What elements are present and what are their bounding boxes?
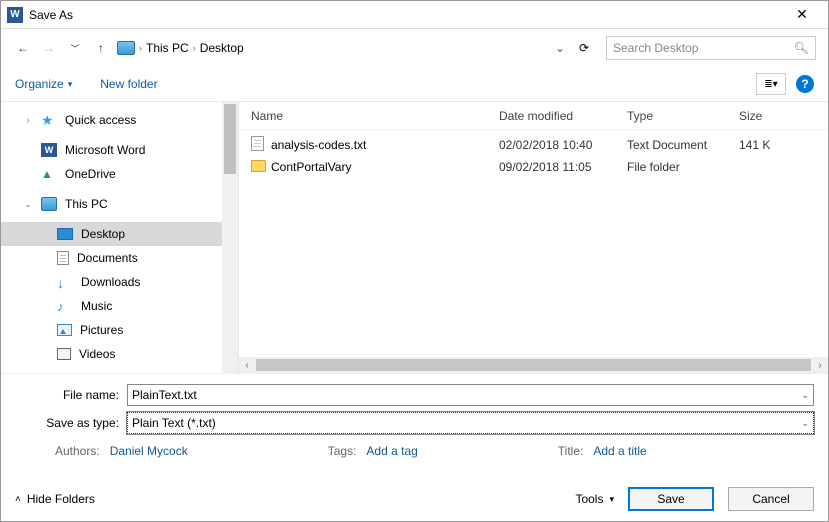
chevron-down-icon: ▾ — [609, 494, 614, 505]
scrollbar-thumb[interactable] — [224, 104, 236, 174]
new-folder-button[interactable]: New folder — [100, 77, 157, 91]
tree-item-documents[interactable]: Documents — [1, 246, 238, 270]
horizontal-scrollbar[interactable]: ‹ › — [239, 357, 828, 373]
file-row[interactable]: analysis-codes.txt02/02/2018 10:40Text D… — [239, 134, 828, 156]
folder-icon — [251, 160, 266, 172]
scroll-right-icon[interactable]: › — [812, 360, 828, 371]
address-bar[interactable]: › This PC › Desktop ⌄ — [117, 41, 568, 55]
authors-value[interactable]: Daniel Mycock — [110, 444, 188, 458]
tree-item-pictures[interactable]: Pictures — [1, 318, 238, 342]
column-name[interactable]: Name — [251, 109, 499, 123]
title-value[interactable]: Add a title — [593, 444, 646, 458]
tree-item-microsoft-word[interactable]: WMicrosoft Word — [1, 138, 238, 162]
navigation-tree: ›★Quick access WMicrosoft Word▲OneDrive ⌄T… — [1, 102, 239, 373]
breadcrumb-this-pc[interactable]: This PC — [146, 41, 189, 55]
filename-label: File name: — [15, 388, 127, 402]
tree-item-onedrive[interactable]: ▲OneDrive — [1, 162, 238, 186]
view-options-button[interactable]: ≣▾ — [756, 73, 786, 95]
monitor-icon — [117, 41, 135, 55]
authors-label: Authors: — [55, 444, 100, 458]
window-title: Save As — [29, 8, 782, 22]
hide-folders-button[interactable]: ˄ Hide Folders — [15, 492, 95, 506]
file-row[interactable]: ContPortalVary09/02/2018 11:05File folde… — [239, 156, 828, 178]
view-icon: ≣▾ — [764, 79, 777, 90]
column-size[interactable]: Size — [739, 109, 828, 123]
help-button[interactable]: ? — [796, 75, 814, 93]
breadcrumb-desktop[interactable]: Desktop — [200, 41, 244, 55]
close-button[interactable]: ✕ — [782, 6, 822, 23]
search-placeholder: Search Desktop — [613, 41, 698, 55]
cancel-button[interactable]: Cancel — [728, 487, 814, 511]
tags-value[interactable]: Add a tag — [366, 444, 417, 458]
up-button[interactable]: ↑ — [91, 38, 111, 58]
chevron-down-icon[interactable]: ⌄ — [801, 418, 809, 429]
filename-input[interactable]: PlainText.txt ⌄ — [127, 384, 814, 406]
search-icon: 🔍︎ — [794, 41, 809, 55]
scroll-left-icon[interactable]: ‹ — [239, 360, 255, 371]
word-app-icon: W — [7, 7, 23, 23]
scrollbar-thumb[interactable] — [256, 359, 811, 371]
saveastype-select[interactable]: Plain Text (*.txt) ⌄ — [127, 412, 814, 434]
chevron-down-icon: ▾ — [68, 79, 73, 90]
save-button[interactable]: Save — [628, 487, 714, 511]
chevron-right-icon: › — [139, 43, 142, 53]
sidebar-scrollbar[interactable] — [222, 102, 238, 373]
text-file-icon — [251, 136, 264, 151]
tags-label: Tags: — [328, 444, 357, 458]
tree-item-desktop[interactable]: Desktop — [1, 222, 238, 246]
column-type[interactable]: Type — [627, 109, 739, 123]
search-input[interactable]: Search Desktop 🔍︎ — [606, 36, 816, 60]
organize-menu[interactable]: Organize ▾ — [15, 77, 72, 91]
saveastype-label: Save as type: — [15, 416, 127, 430]
title-label: Title: — [558, 444, 584, 458]
tree-item-this-pc[interactable]: ⌄This PC — [1, 192, 238, 216]
address-dropdown[interactable]: ⌄ — [552, 41, 568, 55]
chevron-down-icon[interactable]: ⌄ — [801, 390, 809, 401]
file-list: Name Date modified Type Size analysis-co… — [239, 102, 828, 373]
refresh-button[interactable]: ⟳ — [574, 41, 594, 55]
back-button[interactable]: ← — [13, 38, 33, 58]
tools-menu[interactable]: Tools ▾ — [575, 492, 614, 506]
recent-dropdown[interactable]: ﹀ — [65, 38, 85, 58]
chevron-up-icon: ˄ — [15, 494, 21, 505]
column-date[interactable]: Date modified — [499, 109, 627, 123]
tree-item-videos[interactable]: Videos — [1, 342, 238, 366]
chevron-right-icon: › — [193, 43, 196, 53]
tree-item-quick-access[interactable]: ›★Quick access — [1, 108, 238, 132]
tree-item-music[interactable]: ♪Music — [1, 294, 238, 318]
tree-item-downloads[interactable]: ↓Downloads — [1, 270, 238, 294]
forward-button[interactable]: → — [39, 38, 59, 58]
